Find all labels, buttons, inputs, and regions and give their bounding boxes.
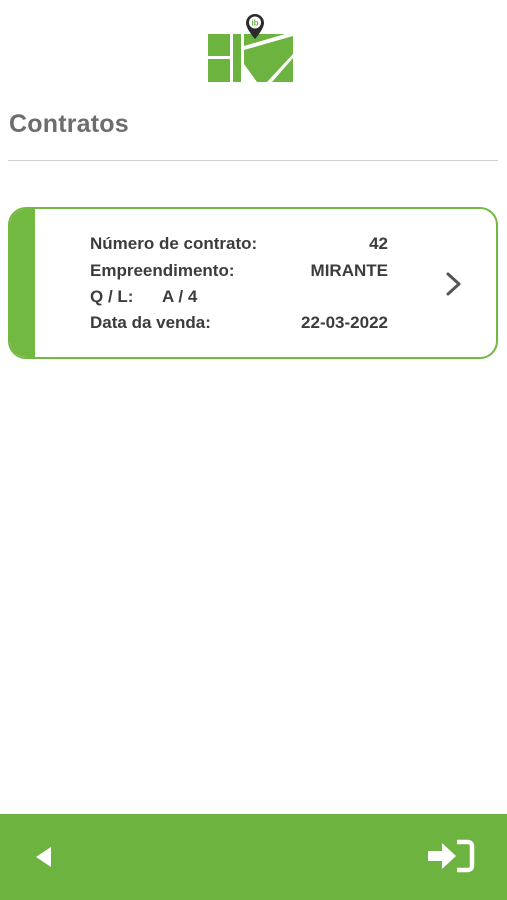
development-value: MIRANTE: [310, 261, 388, 280]
map-pin-logo-icon: ib: [208, 14, 293, 82]
logo-badge-text: ib: [251, 19, 258, 28]
development-label: Empreendimento:: [90, 261, 235, 280]
logout-icon[interactable]: [426, 838, 476, 874]
bottom-nav-bar: [0, 814, 507, 900]
block-lot-value: A / 4: [162, 287, 198, 306]
title-divider: [8, 160, 498, 161]
chevron-right-icon[interactable]: [443, 271, 465, 297]
page-title: Contratos: [9, 110, 129, 138]
back-arrow-icon[interactable]: [30, 842, 60, 872]
contract-number-value: 42: [369, 234, 388, 253]
app-logo: ib: [205, 12, 297, 86]
block-lot-label: Q / L:: [90, 287, 134, 306]
card-accent-bar: [10, 209, 35, 357]
sale-date-label: Data da venda:: [90, 313, 211, 332]
contract-number-label: Número de contrato:: [90, 234, 258, 253]
contract-card[interactable]: Número de contrato: 42 Empreendimento: M…: [8, 207, 498, 359]
sale-date-value: 22-03-2022: [301, 313, 388, 332]
